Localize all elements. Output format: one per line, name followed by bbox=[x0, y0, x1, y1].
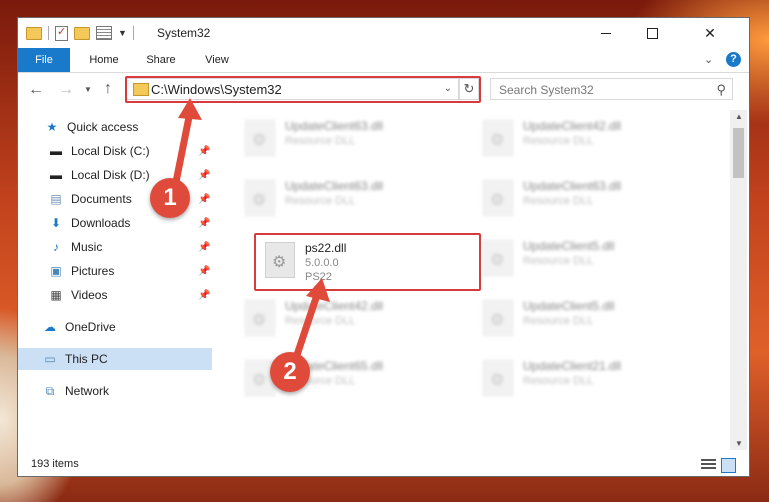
arrow-line-1 bbox=[172, 108, 194, 186]
arrow-line-2 bbox=[292, 288, 322, 362]
step-callout-1: 1 bbox=[150, 178, 190, 218]
annotation-arrows bbox=[172, 98, 330, 362]
step-callout-2: 2 bbox=[270, 352, 310, 392]
arrow-head-2 bbox=[306, 278, 330, 302]
arrow-head-1 bbox=[178, 98, 202, 120]
